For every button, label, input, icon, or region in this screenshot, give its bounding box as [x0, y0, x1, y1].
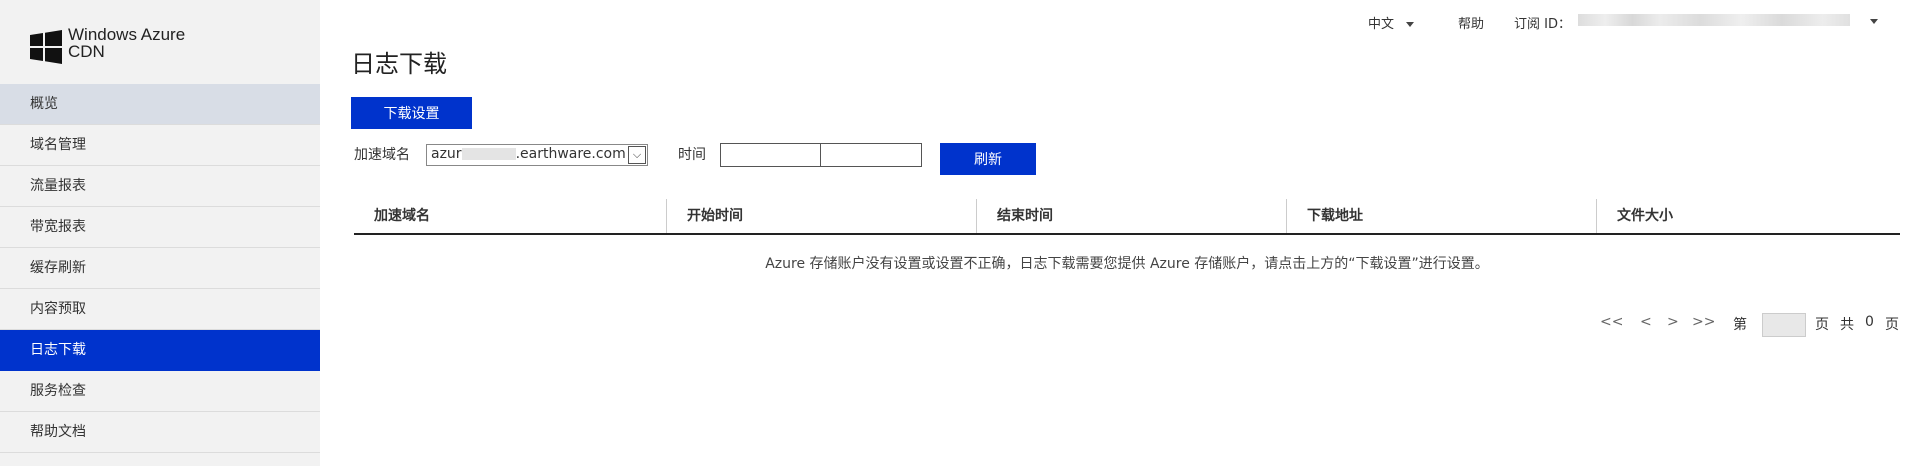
last-page-link[interactable]: >> — [1692, 314, 1715, 330]
page-suffix-label: 页 — [1815, 317, 1829, 333]
end-time-input[interactable] — [820, 143, 922, 167]
column-header-download-url: 下载地址 — [1286, 199, 1596, 233]
language-label: 中文 — [1368, 17, 1395, 32]
next-page-link[interactable]: > — [1667, 314, 1679, 330]
sidebar-item-log-download[interactable]: 日志下载 — [0, 330, 320, 371]
domain-label: 加速域名 — [354, 147, 410, 163]
page-title: 日志下载 — [351, 50, 447, 78]
page-prefix-label: 第 — [1733, 317, 1747, 333]
brand-line1: Windows Azure — [68, 25, 186, 44]
sidebar: Windows Azure CDN 概览 域名管理 流量报表 带宽报表 缓存刷新… — [0, 0, 320, 466]
domain-value-prefix: azur — [431, 146, 462, 162]
sidebar-item-domain-management[interactable]: 域名管理 — [0, 125, 320, 166]
subscription-id-redacted — [1578, 14, 1850, 26]
brand-title: Windows Azure CDN — [68, 26, 185, 60]
column-header-end-time: 结束时间 — [976, 199, 1286, 233]
empty-table-message: Azure 存储账户没有设置或设置不正确，日志下载需要您提供 Azure 存储账… — [765, 256, 1489, 272]
language-selector[interactable]: 中文 — [1368, 13, 1415, 32]
sidebar-nav: 概览 域名管理 流量报表 带宽报表 缓存刷新 内容预取 日志下载 服务检查 帮助… — [0, 84, 320, 453]
windows-logo-icon — [30, 30, 62, 64]
domain-redacted — [461, 148, 516, 160]
prev-page-link[interactable]: < — [1640, 314, 1652, 330]
sidebar-item-help-docs[interactable]: 帮助文档 — [0, 412, 320, 453]
time-label: 时间 — [678, 147, 706, 163]
table-header: 加速域名 开始时间 结束时间 下载地址 文件大小 — [354, 199, 1900, 235]
domain-select[interactable]: azur .earthware.com ⌵ — [426, 144, 648, 166]
sidebar-item-overview[interactable]: 概览 — [0, 84, 320, 125]
sidebar-item-content-prefetch[interactable]: 内容预取 — [0, 289, 320, 330]
sidebar-item-service-check[interactable]: 服务检查 — [0, 371, 320, 412]
total-prefix-label: 共 — [1840, 317, 1854, 333]
help-link[interactable]: 帮助 — [1458, 13, 1484, 32]
brand-line2: CDN — [68, 42, 105, 61]
download-settings-button[interactable]: 下载设置 — [351, 97, 472, 129]
sidebar-item-bandwidth-report[interactable]: 带宽报表 — [0, 207, 320, 248]
column-header-file-size: 文件大小 — [1596, 199, 1900, 233]
start-time-input[interactable] — [720, 143, 822, 167]
subscription-dropdown-icon[interactable] — [1870, 19, 1878, 24]
refresh-button[interactable]: 刷新 — [940, 143, 1036, 175]
chevron-down-icon: ⌵ — [628, 146, 646, 164]
domain-value-suffix: .earthware.com — [515, 146, 626, 162]
page-number-input[interactable] — [1762, 313, 1806, 337]
total-suffix-label: 页 — [1885, 317, 1899, 333]
brand[interactable]: Windows Azure CDN — [30, 26, 185, 64]
subscription-label: 订阅 ID： — [1514, 17, 1571, 32]
column-header-domain: 加速域名 — [374, 208, 430, 224]
chevron-down-icon — [1406, 22, 1415, 27]
sidebar-item-cache-refresh[interactable]: 缓存刷新 — [0, 248, 320, 289]
sidebar-item-traffic-report[interactable]: 流量报表 — [0, 166, 320, 207]
total-pages-count: 0 — [1865, 314, 1874, 330]
first-page-link[interactable]: << — [1600, 314, 1623, 330]
column-header-start-time: 开始时间 — [666, 199, 976, 233]
